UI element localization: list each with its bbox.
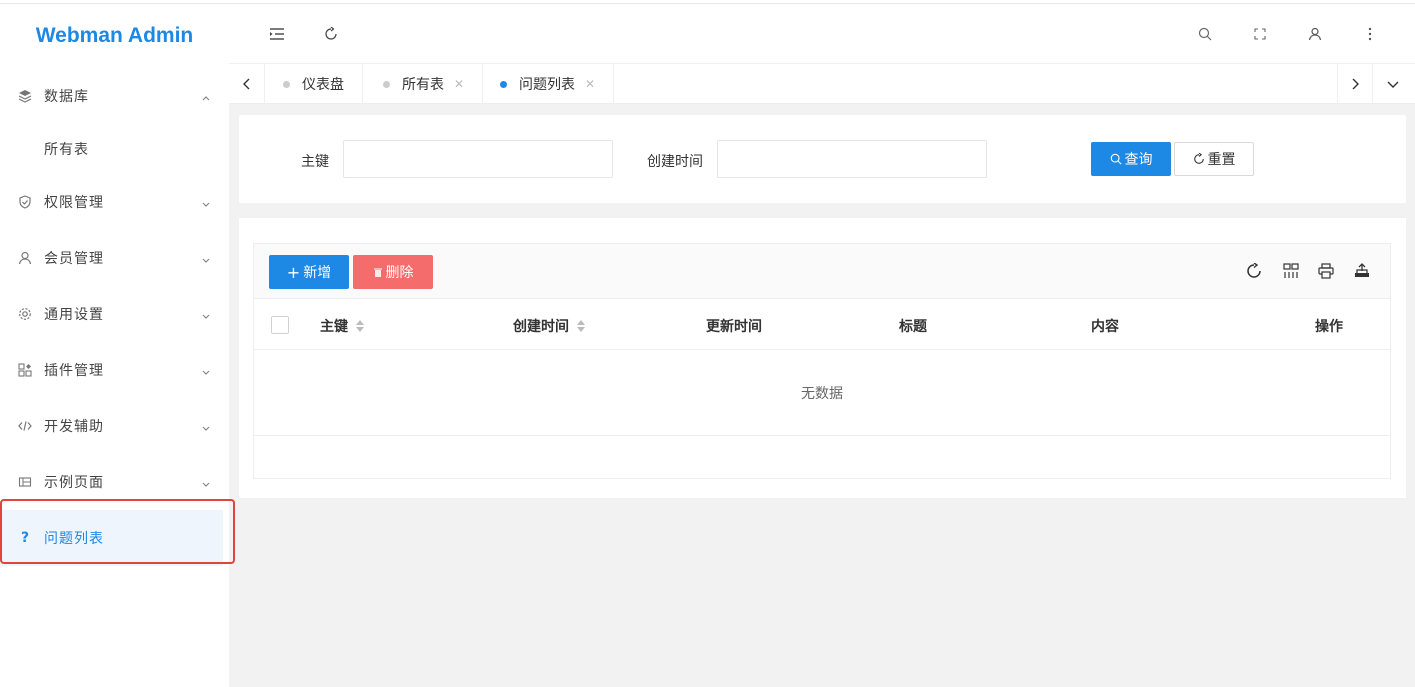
code-icon — [18, 419, 32, 433]
gear-icon — [18, 307, 32, 321]
close-icon[interactable]: ✕ — [454, 77, 464, 91]
table-toolbar: + 新增 删除 — [253, 243, 1391, 299]
chevron-down-icon — [201, 309, 211, 319]
column-header-title: 标题 — [899, 319, 927, 335]
sidebar-item-members[interactable]: 会员管理 — [0, 230, 229, 286]
search-icon — [1110, 153, 1122, 165]
reset-button[interactable]: 重置 — [1174, 142, 1254, 176]
close-icon[interactable]: ✕ — [585, 77, 595, 91]
primary-key-label: 主键 — [301, 154, 329, 170]
sidebar-item-label: 问题列表 — [44, 531, 104, 547]
primary-key-input[interactable] — [343, 140, 613, 178]
table-footer — [253, 436, 1391, 479]
app-logo[interactable]: Webman Admin — [0, 4, 229, 68]
chevron-up-icon — [201, 91, 211, 101]
user-icon — [18, 251, 32, 265]
created-time-input[interactable] — [717, 140, 987, 178]
refresh-icon[interactable] — [1244, 261, 1264, 281]
sidebar-item-permissions[interactable]: 权限管理 — [0, 174, 229, 230]
chevron-down-icon — [201, 477, 211, 487]
column-header-label: 主键 — [320, 319, 348, 335]
columns-icon[interactable] — [1281, 261, 1301, 281]
plus-icon: + — [286, 262, 301, 282]
sidebar-item-label: 通用设置 — [44, 307, 104, 323]
sort-icon[interactable] — [577, 320, 585, 332]
tab-dot — [283, 80, 290, 88]
tab-bar: 仪表盘 所有表 ✕ 问题列表 ✕ — [229, 64, 1415, 104]
tab-issue-list[interactable]: 问题列表 ✕ — [482, 64, 615, 104]
sidebar-item-plugins[interactable]: 插件管理 — [0, 342, 229, 398]
sidebar-item-label: 权限管理 — [44, 195, 104, 211]
tab-scroll-right-icon[interactable] — [1337, 64, 1373, 104]
print-icon[interactable] — [1316, 261, 1336, 281]
table-header: 主键 创建时间 更新时间 标题 内容 操作 — [253, 299, 1391, 350]
select-all-checkbox[interactable] — [271, 316, 289, 334]
trash-icon — [373, 267, 383, 278]
tab-label: 所有表 — [402, 77, 444, 93]
delete-button[interactable]: 删除 — [353, 255, 433, 289]
tab-scroll-left-icon[interactable] — [229, 64, 265, 104]
column-header-label: 创建时间 — [513, 319, 569, 335]
tab-all-tables[interactable]: 所有表 ✕ — [365, 64, 484, 104]
chevron-down-icon — [201, 421, 211, 431]
sidebar-item-issue-list[interactable]: ? 问题列表 — [0, 510, 223, 566]
search-panel: 主键 创建时间 查询 重置 — [239, 115, 1406, 203]
add-button[interactable]: + 新增 — [269, 255, 349, 289]
menu-fold-icon[interactable] — [267, 24, 287, 44]
column-header-id[interactable]: 主键 — [320, 316, 364, 336]
sidebar-item-label: 数据库 — [44, 89, 89, 105]
refresh-icon — [1193, 153, 1205, 165]
chevron-down-icon — [201, 197, 211, 207]
table-empty-state: 无数据 — [253, 350, 1391, 436]
add-button-label: 新增 — [303, 265, 332, 281]
column-header-content: 内容 — [1091, 319, 1119, 335]
sidebar-item-label: 插件管理 — [44, 363, 104, 379]
tab-label: 问题列表 — [519, 77, 575, 93]
chevron-down-icon — [201, 365, 211, 375]
sidebar-item-dev-tools[interactable]: 开发辅助 — [0, 398, 229, 454]
export-icon[interactable] — [1352, 261, 1372, 281]
user-icon[interactable] — [1305, 24, 1325, 44]
column-header-actions: 操作 — [1315, 319, 1343, 335]
tab-dot — [383, 80, 390, 88]
chevron-down-icon — [201, 253, 211, 263]
search-icon[interactable] — [1195, 24, 1215, 44]
tab-label: 仪表盘 — [302, 77, 344, 93]
sidebar-item-examples[interactable]: 示例页面 — [0, 454, 229, 510]
sidebar-item-label: 示例页面 — [44, 475, 104, 491]
sidebar-item-label: 会员管理 — [44, 251, 104, 267]
sidebar-item-database[interactable]: 数据库 — [0, 68, 229, 124]
sidebar: Webman Admin 数据库 所有表 权限管理 会员管理 通用设置 插件管理 — [0, 4, 229, 687]
tab-menu-chevron-down-icon[interactable] — [1375, 64, 1411, 104]
more-icon[interactable] — [1360, 24, 1380, 44]
layers-icon — [18, 89, 32, 103]
apps-icon — [18, 363, 32, 377]
top-header — [229, 4, 1415, 64]
tab-dot — [500, 80, 507, 88]
empty-text: 无数据 — [801, 385, 843, 402]
fullscreen-icon[interactable] — [1250, 24, 1270, 44]
sort-icon[interactable] — [356, 320, 364, 332]
refresh-icon[interactable] — [321, 24, 341, 44]
column-header-updated-time: 更新时间 — [706, 319, 762, 335]
reset-button-label: 重置 — [1207, 152, 1236, 168]
question-icon: ? — [20, 530, 30, 546]
delete-button-label: 删除 — [385, 265, 414, 281]
table-panel: + 新增 删除 主键 创建时间 更新时间 标题 内容 操作 无数据 — [239, 218, 1406, 498]
tab-dashboard[interactable]: 仪表盘 — [265, 64, 363, 104]
query-button-label: 查询 — [1124, 152, 1153, 168]
shield-icon — [18, 195, 32, 209]
sidebar-item-all-tables[interactable]: 所有表 — [0, 124, 229, 174]
sidebar-item-label: 开发辅助 — [44, 419, 104, 435]
query-button[interactable]: 查询 — [1091, 142, 1171, 176]
template-icon — [18, 475, 32, 489]
sidebar-item-settings[interactable]: 通用设置 — [0, 286, 229, 342]
column-header-created-time[interactable]: 创建时间 — [513, 316, 585, 336]
created-time-label: 创建时间 — [647, 154, 703, 170]
